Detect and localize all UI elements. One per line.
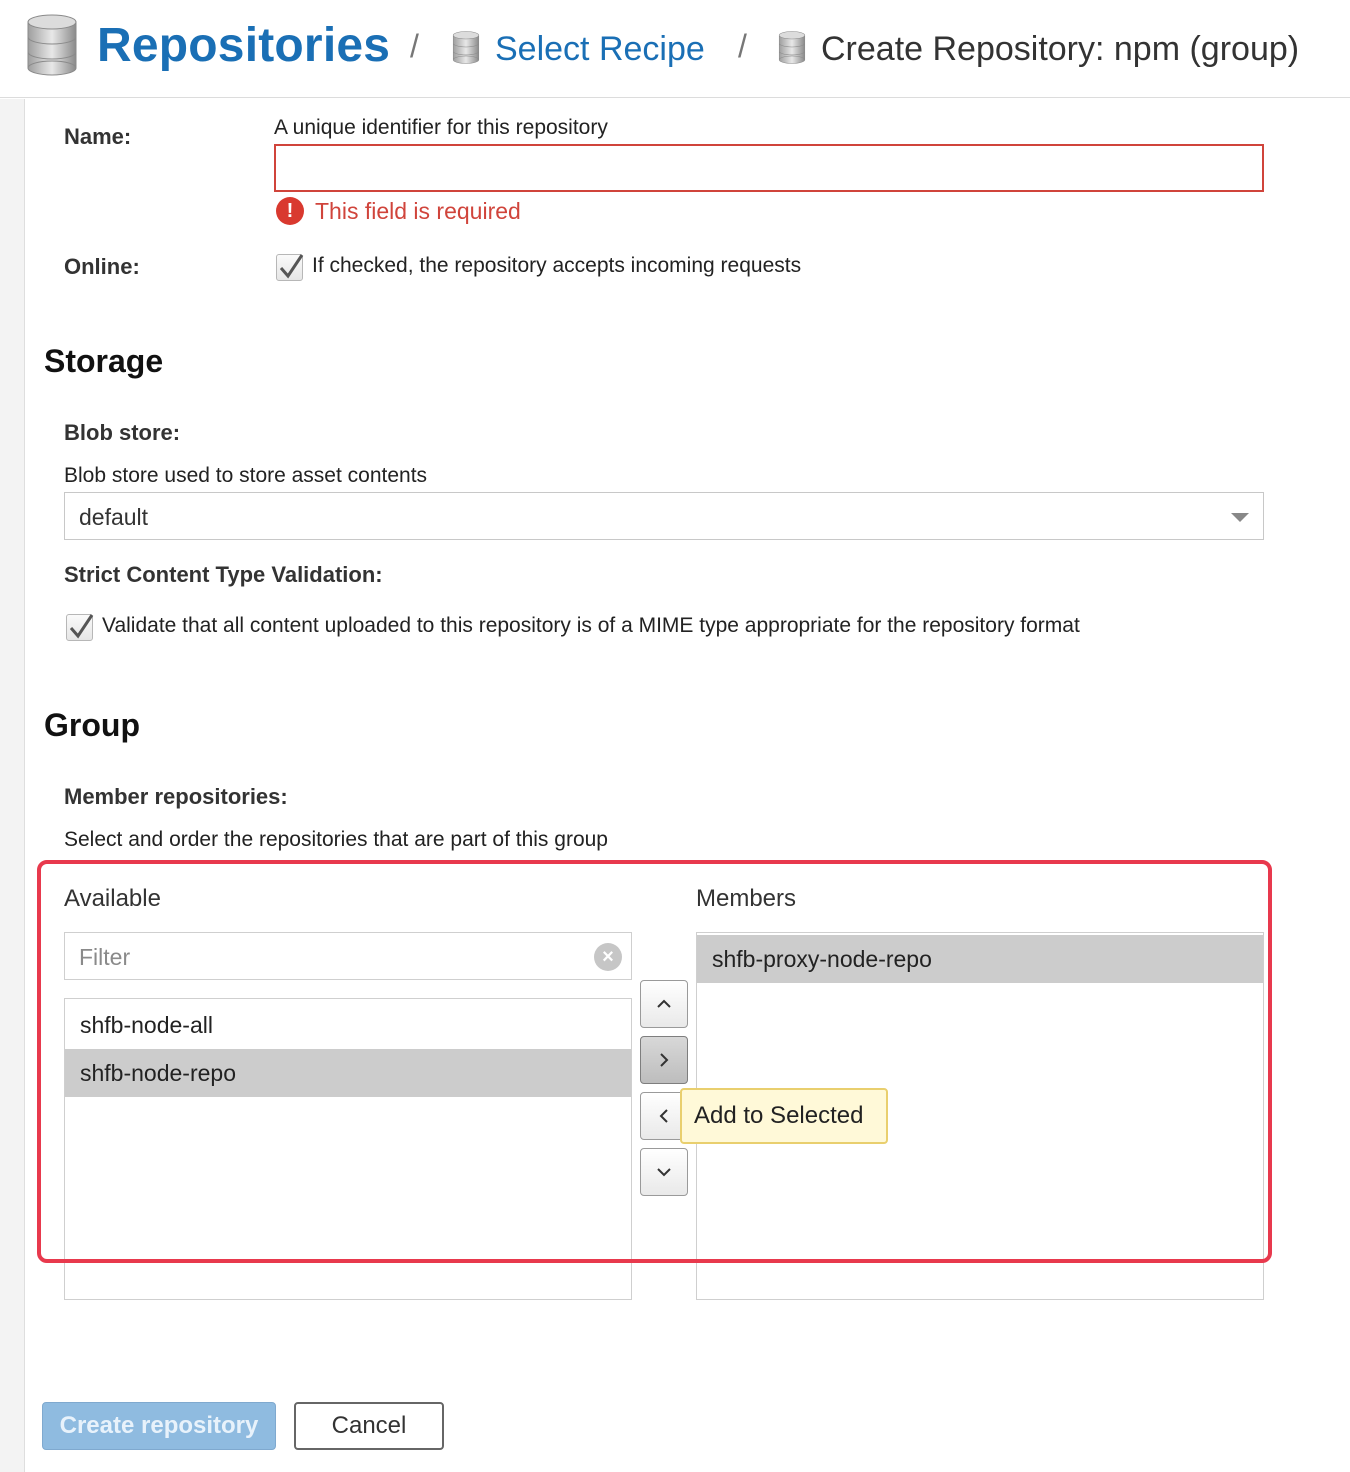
name-help-text: A unique identifier for this repository <box>274 116 608 139</box>
add-to-selected-button[interactable] <box>640 1036 688 1084</box>
blob-store-value: default <box>79 504 149 530</box>
strict-validation-checkbox[interactable] <box>66 614 94 641</box>
members-column-title: Members <box>696 885 797 912</box>
create-repository-button[interactable]: Create repository <box>42 1402 276 1450</box>
blob-store-select[interactable]: default <box>64 492 1264 540</box>
available-item[interactable]: shfb-node-repo <box>65 1049 631 1097</box>
move-up-button[interactable] <box>640 980 688 1028</box>
available-list[interactable]: shfb-node-all shfb-node-repo <box>64 998 632 1300</box>
dropdown-caret-icon <box>1231 513 1249 522</box>
breadcrumb-select-recipe-link[interactable]: Select Recipe <box>495 30 705 69</box>
header-bar: Repositories / Select Recipe / Create Re… <box>0 0 1350 98</box>
member-item[interactable]: shfb-proxy-node-repo <box>697 935 1263 983</box>
available-filter-input[interactable]: Filter × <box>64 932 632 980</box>
storage-section-title: Storage <box>44 343 164 379</box>
online-checkbox[interactable] <box>276 254 304 281</box>
database-icon <box>452 31 480 64</box>
available-column-title: Available <box>64 885 161 912</box>
checkmark-icon <box>69 614 94 639</box>
chevron-up-icon <box>657 999 671 1008</box>
name-label: Name: <box>64 124 132 149</box>
name-input[interactable] <box>274 144 1264 192</box>
online-label: Online: <box>64 254 140 279</box>
member-repositories-help-text: Select and order the repositories that a… <box>64 828 608 851</box>
breadcrumb-separator: / <box>410 28 419 64</box>
member-repositories-label: Member repositories: <box>64 784 288 809</box>
filter-placeholder: Filter <box>79 944 131 970</box>
breadcrumb-current-page: Create Repository: npm (group) <box>821 30 1300 68</box>
error-icon: ! <box>276 197 304 225</box>
clear-filter-icon[interactable]: × <box>594 943 622 971</box>
strict-validation-label: Strict Content Type Validation: <box>64 562 383 587</box>
database-icon <box>27 14 77 76</box>
cancel-button[interactable]: Cancel <box>294 1402 444 1450</box>
chevron-left-icon <box>659 1109 668 1123</box>
online-help-text: If checked, the repository accepts incom… <box>312 254 802 277</box>
breadcrumb-repositories-link[interactable]: Repositories <box>97 18 390 73</box>
database-icon <box>778 31 806 64</box>
group-section-title: Group <box>44 707 140 743</box>
available-item[interactable]: shfb-node-all <box>65 1001 631 1049</box>
breadcrumb-separator: / <box>738 28 747 64</box>
checkmark-icon <box>279 254 304 279</box>
name-error: ! This field is required <box>276 197 521 225</box>
name-error-text: This field is required <box>315 197 521 224</box>
add-to-selected-tooltip: Add to Selected <box>680 1088 888 1144</box>
chevron-right-icon <box>660 1053 669 1067</box>
left-gutter <box>0 99 25 1472</box>
chevron-down-icon <box>657 1168 671 1177</box>
blob-store-help-text: Blob store used to store asset contents <box>64 464 428 487</box>
move-down-button[interactable] <box>640 1148 688 1196</box>
blob-store-label: Blob store: <box>64 420 181 445</box>
strict-validation-help-text: Validate that all content uploaded to th… <box>102 614 1080 637</box>
